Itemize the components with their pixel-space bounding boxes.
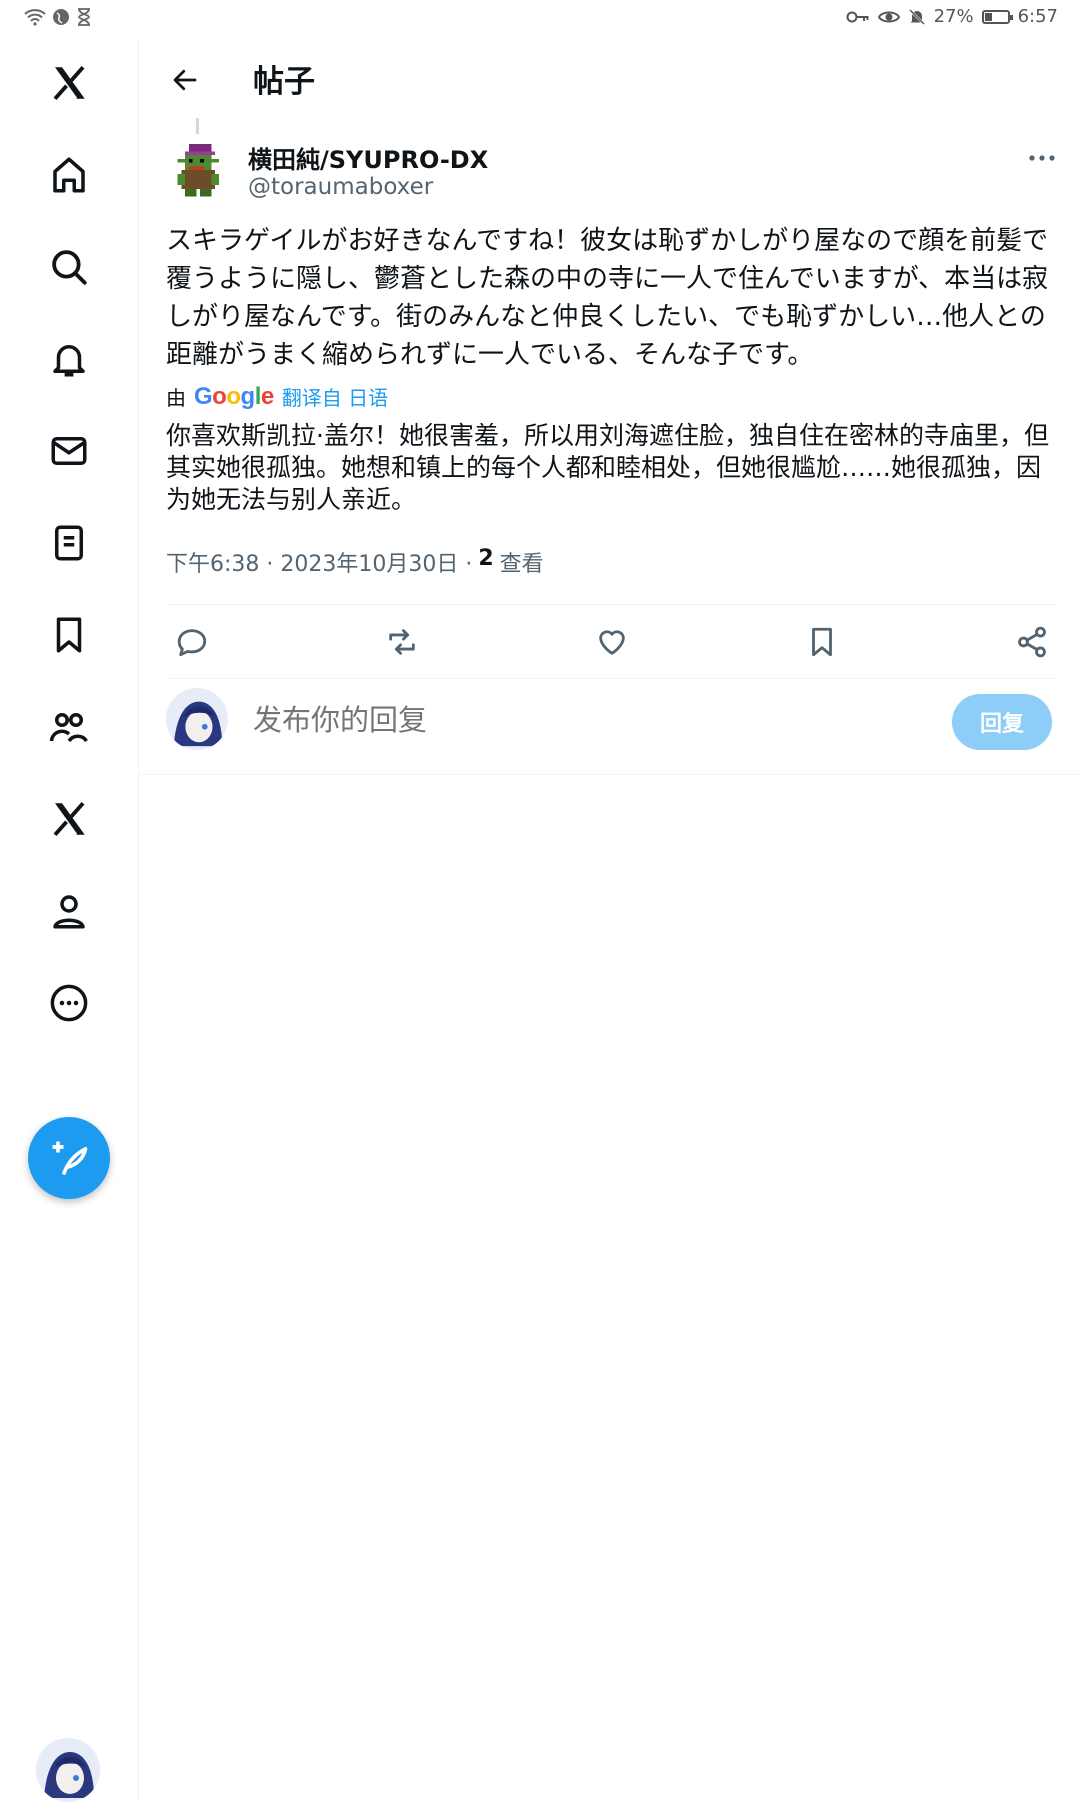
status-left-icons — [24, 8, 92, 26]
views-label: 查看 — [499, 552, 544, 577]
bell-icon[interactable] — [44, 334, 94, 384]
reply-input[interactable] — [251, 702, 855, 738]
like-icon[interactable] — [590, 620, 634, 664]
hourglass-icon — [78, 8, 90, 26]
post-actions — [166, 606, 1056, 678]
wifi-icon — [24, 9, 46, 26]
repost-icon[interactable] — [380, 620, 424, 664]
account-avatar[interactable] — [36, 1738, 100, 1802]
translated-from-link[interactable]: 翻译自 日语 — [282, 382, 388, 411]
profile-icon[interactable] — [44, 886, 94, 936]
x-premium-icon[interactable] — [44, 794, 94, 844]
compose-feather-icon — [52, 1141, 88, 1176]
key-icon — [846, 11, 869, 22]
sidebar — [0, 38, 139, 1802]
post-translated-text: 你喜欢斯凯拉·盖尔！她很害羞，所以用刘海遮住脸，独自住在密林的寺庙里，但其实她很… — [166, 421, 1049, 514]
author-avatar[interactable] — [170, 140, 230, 200]
reply-composer: 回复 — [139, 678, 1080, 775]
translate-by-label: 由 — [166, 386, 186, 410]
back-arrow-icon[interactable] — [165, 60, 205, 100]
views-count: 2 — [478, 546, 494, 571]
compose-button[interactable] — [28, 1117, 110, 1199]
reply-icon[interactable] — [170, 620, 214, 664]
mail-icon[interactable] — [44, 426, 94, 476]
globe-icon — [53, 9, 69, 25]
google-logo: Google — [194, 382, 274, 410]
post-timestamp[interactable]: 下午6:38 · 2023年10月30日 · — [166, 546, 472, 578]
search-icon[interactable] — [44, 242, 94, 292]
status-right-icons: 27% 6:57 — [846, 6, 1058, 27]
mute-bell-icon — [908, 8, 925, 25]
post-meta: 下午6:38 · 2023年10月30日 · 2 查看 — [166, 546, 544, 578]
page-title: 帖子 — [253, 64, 315, 100]
x-logo-icon[interactable] — [44, 58, 94, 108]
battery-percent: 27% — [933, 6, 974, 27]
translation-attribution: 由 Google 翻译自 日语 — [166, 382, 388, 411]
author-name[interactable]: 横田純/SYUPRO-DX — [248, 140, 488, 175]
page-header: 帖子 — [139, 38, 1080, 118]
clock: 6:57 — [1017, 6, 1058, 27]
share-icon[interactable] — [1010, 620, 1054, 664]
bookmark-icon[interactable] — [44, 610, 94, 660]
my-avatar[interactable] — [166, 688, 228, 750]
battery-icon — [981, 9, 1013, 24]
divider — [166, 604, 1056, 605]
eye-icon — [877, 11, 900, 22]
reply-button[interactable]: 回复 — [952, 694, 1052, 750]
home-icon[interactable] — [44, 150, 94, 200]
more-options-icon[interactable] — [1024, 146, 1060, 170]
thread-line — [196, 118, 199, 134]
post-original-text: スキラゲイルがお好きなんですね！彼女は恥ずかしがり屋なので顔を前髪で覆うように隠… — [166, 226, 1049, 370]
author-handle[interactable]: @toraumaboxer — [248, 174, 433, 200]
communities-icon[interactable] — [44, 702, 94, 752]
list-icon[interactable] — [44, 518, 94, 568]
more-icon[interactable] — [44, 978, 94, 1028]
status-bar: 27% 6:57 — [0, 0, 1080, 38]
bookmark-icon[interactable] — [800, 620, 844, 664]
